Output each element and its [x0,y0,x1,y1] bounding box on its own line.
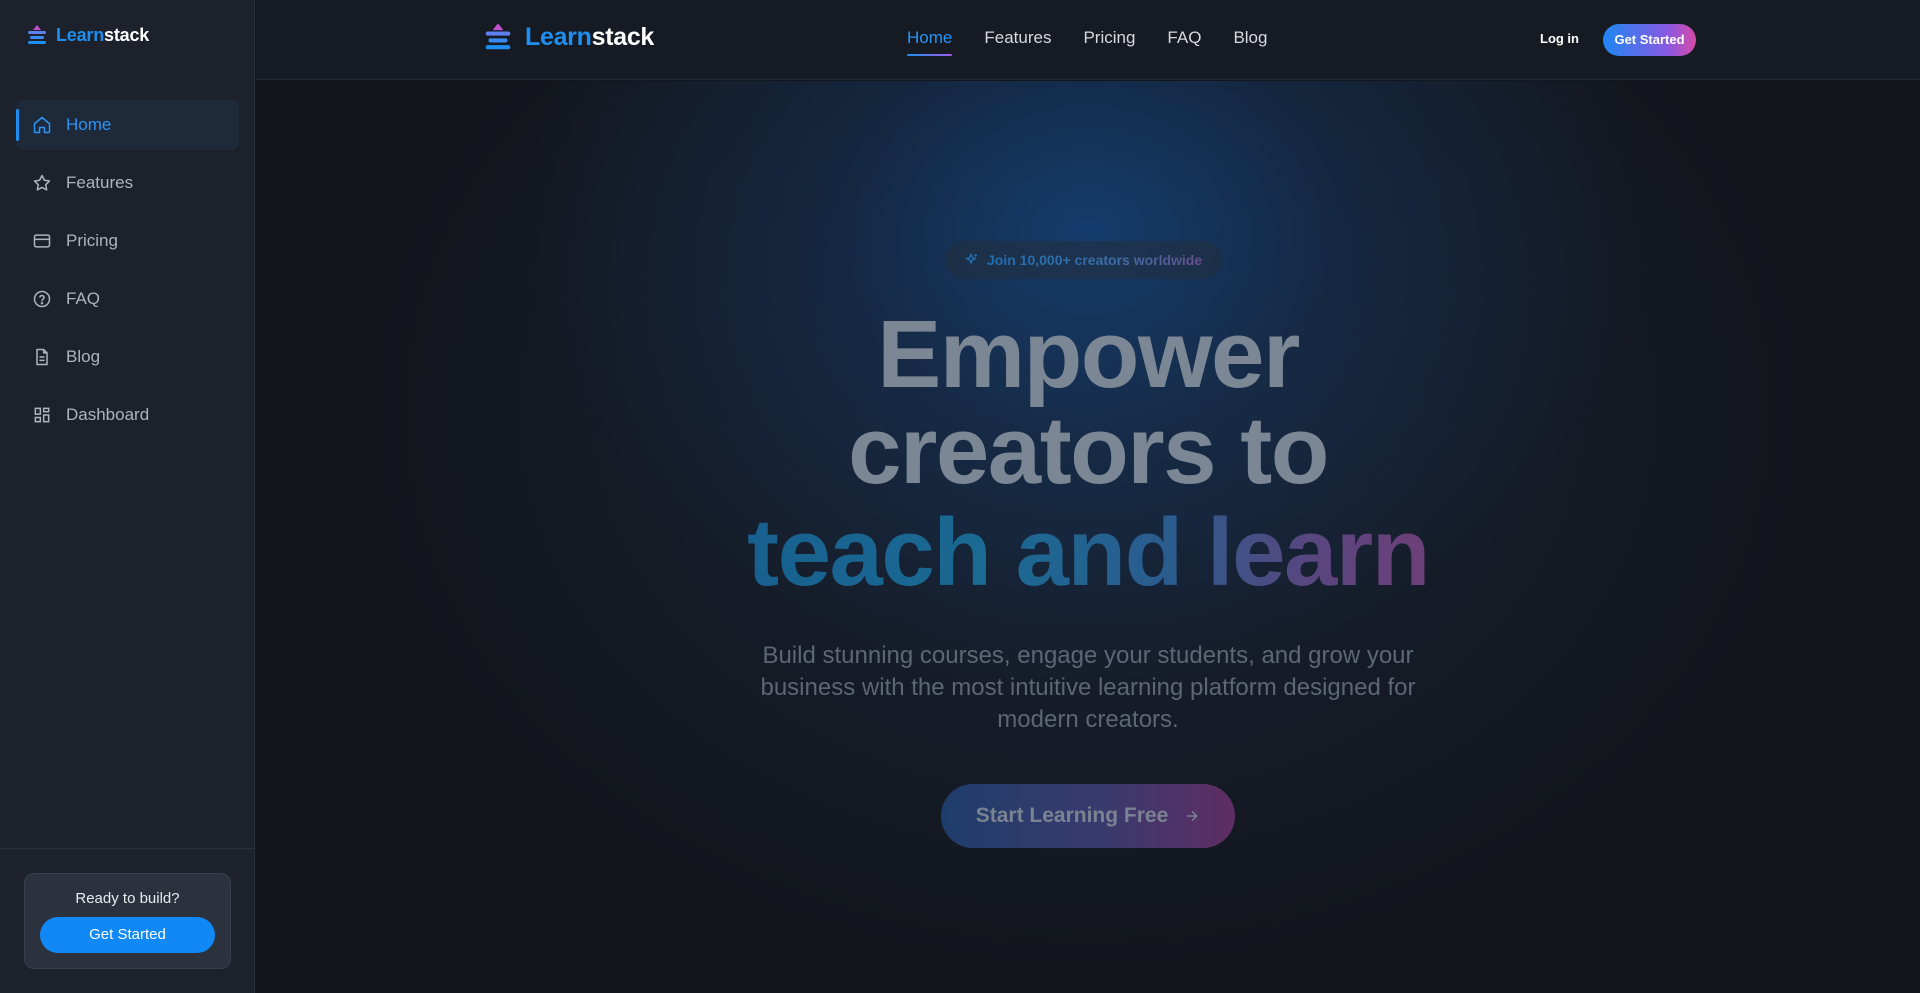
arrow-right-icon [1186,811,1198,821]
sidebar-item-dashboard[interactable]: Dashboard [16,390,239,440]
hero-badge-text: Join 10,000+ creators worldwide [987,252,1203,268]
sparkle-icon [965,253,977,264]
logo-icon [28,25,46,44]
brand-stack: stack [104,24,150,45]
top-header: Learnstack Home Features Pricing FAQ Blo… [256,0,1920,80]
hero-badge: Join 10,000+ creators worldwide [945,241,1223,279]
sidebar-item-label: Dashboard [66,405,150,424]
start-learning-button[interactable]: Start Learning Free [941,784,1235,848]
sidebar: Learnstack Home Features Pricing FAQ Blo… [0,0,255,993]
sidebar-item-label: FAQ [66,289,101,308]
logo-icon [485,23,511,50]
document-icon [36,348,48,366]
sidebar-item-label: Blog [66,347,101,366]
grid-icon [34,407,50,423]
nav-link-blog[interactable]: Blog [1233,28,1267,48]
hero-section: Join 10,000+ creators worldwide Empower … [256,81,1920,993]
nav-link-pricing[interactable]: Pricing [1083,28,1135,48]
sidebar-nav: Home Features Pricing FAQ Blog Dashboard [16,100,239,448]
sidebar-logo[interactable]: Learnstack [26,24,149,46]
brand-learn: Learn [56,24,105,45]
sidebar-cta-title: Ready to build? [75,890,180,907]
brand-stack: stack [591,22,655,51]
header-get-started-button[interactable]: Get Started [1603,24,1696,56]
sidebar-cta-card: Ready to build? Get Started [24,873,231,969]
sidebar-item-faq[interactable]: FAQ [16,274,239,324]
sidebar-item-blog[interactable]: Blog [16,332,239,382]
nav-link-features[interactable]: Features [984,28,1051,48]
brand-learn: Learn [525,22,592,51]
sidebar-get-started-button[interactable]: Get Started [40,917,215,953]
nav-link-faq[interactable]: FAQ [1167,28,1201,48]
sidebar-item-pricing[interactable]: Pricing [16,216,239,266]
credit-card-icon [33,234,51,248]
header-logo[interactable]: Learnstack [483,22,654,52]
login-link[interactable]: Log in [1540,31,1579,46]
hero-title-line-2: creators to [848,397,1329,504]
hero-title-highlight: teach and learn [747,499,1430,606]
sidebar-item-home[interactable]: Home [16,100,239,150]
hero-title: Empower creators to teach and learn [256,307,1920,601]
start-learning-label: Start Learning Free [975,804,1169,827]
home-icon [33,116,51,134]
sidebar-divider [0,848,255,849]
sidebar-item-features[interactable]: Features [16,158,239,208]
hero-title-line-1: Empower [877,301,1300,408]
star-icon [33,174,51,191]
nav-link-home[interactable]: Home [907,28,953,56]
help-circle-icon [33,290,51,308]
hero-subtitle: Build stunning courses, engage your stud… [760,642,1416,733]
sidebar-item-label: Home [66,115,112,134]
sidebar-item-label: Features [66,173,134,192]
header-nav: Home Features Pricing FAQ Blog [907,28,1267,56]
sidebar-item-label: Pricing [66,231,118,250]
